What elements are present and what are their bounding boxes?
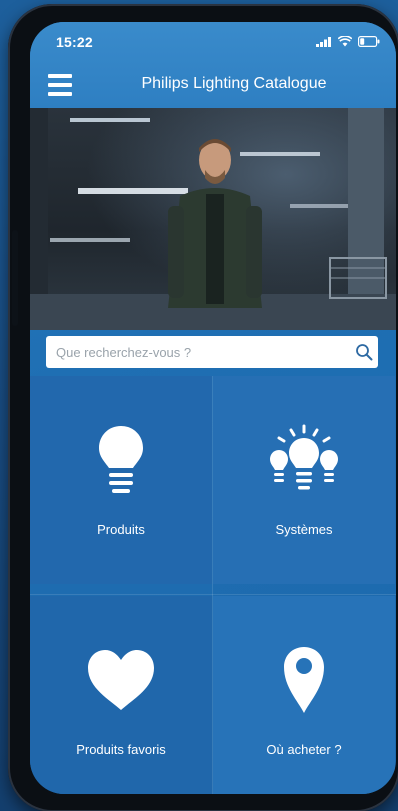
- light-bulb-icon: [99, 426, 143, 493]
- signal-icon: [316, 36, 331, 47]
- app-header: 15:22 Philips Lighting Catalogue: [30, 22, 396, 108]
- tile-systems-label: Systèmes: [275, 522, 333, 537]
- location-pin-icon: [284, 647, 324, 713]
- grid-divider-horizontal: [30, 594, 396, 595]
- hero-photo: [30, 108, 396, 330]
- search-icon[interactable]: [350, 338, 378, 366]
- hamburger-menu-icon[interactable]: [48, 74, 72, 96]
- status-time: 15:22: [56, 34, 93, 50]
- app-screen: 15:22 Philips Lighting Catalogue Que rec…: [30, 22, 396, 794]
- tile-where-to-buy[interactable]: Où acheter ?: [213, 596, 395, 794]
- search-bar: [46, 336, 378, 368]
- wifi-icon: [338, 36, 352, 47]
- tile-products[interactable]: Produits: [30, 376, 212, 584]
- battery-icon: [358, 36, 380, 47]
- tile-products-label: Produits: [97, 522, 145, 537]
- search-input[interactable]: [46, 337, 350, 367]
- hero-image: [30, 108, 396, 330]
- tile-systems[interactable]: Systèmes: [213, 376, 395, 584]
- tile-where-to-buy-label: Où acheter ?: [266, 742, 342, 757]
- phone-side-button: [12, 230, 18, 326]
- phone-frame: 15:22 Philips Lighting Catalogue Que rec…: [8, 4, 398, 811]
- light-bulbs-system-icon: [270, 424, 338, 490]
- navigation-grid: Produits Systèmes Produits favoris Où ac…: [30, 376, 396, 794]
- status-icons: [316, 36, 380, 47]
- app-title: Philips Lighting Catalogue: [141, 75, 327, 92]
- heart-icon: [88, 650, 154, 710]
- tile-favorites[interactable]: Produits favoris: [30, 596, 212, 794]
- tile-favorites-label: Produits favoris: [76, 742, 166, 757]
